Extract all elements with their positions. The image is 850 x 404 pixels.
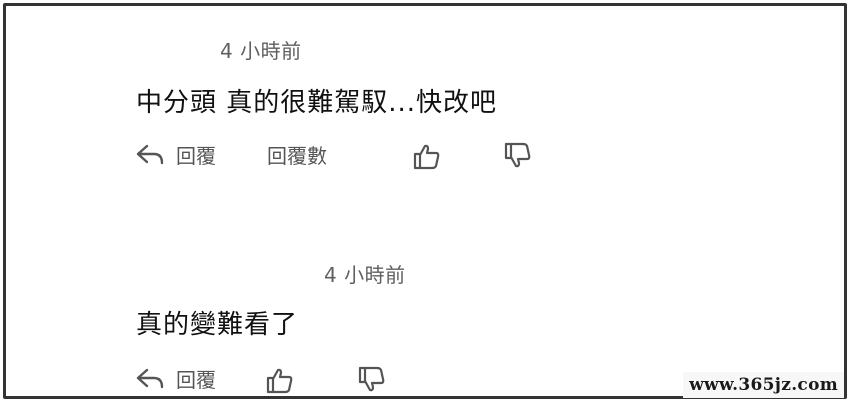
site-watermark: www.365jz.com	[683, 372, 844, 398]
comments-panel: 4 小時前 中分頭 真的很難駕馭...快改吧 回覆 回覆數 4 小時前 真的變難…	[3, 3, 847, 399]
comment-timestamp: 4 小時前	[220, 39, 302, 63]
thumbs-up-icon	[411, 142, 443, 170]
reply-label: 回覆	[176, 144, 216, 168]
thumbs-down-icon	[356, 366, 388, 394]
reply-arrow-icon	[134, 141, 166, 169]
dislike-button[interactable]	[356, 366, 388, 394]
reply-button[interactable]: 回覆	[134, 364, 216, 393]
comment-timestamp: 4 小時前	[324, 263, 406, 287]
view-replies-button[interactable]: 回覆數	[267, 140, 327, 169]
like-button[interactable]	[264, 366, 296, 394]
reply-button[interactable]: 回覆	[134, 140, 216, 169]
comment-text: 真的變難看了	[136, 310, 299, 340]
like-button[interactable]	[411, 142, 443, 170]
thumbs-up-icon	[264, 366, 296, 394]
thumbs-down-icon	[502, 142, 534, 170]
reply-label: 回覆	[176, 368, 216, 392]
comment-text: 中分頭 真的很難駕馭...快改吧	[136, 88, 498, 118]
replies-label: 回覆數	[267, 144, 327, 168]
reply-arrow-icon	[134, 365, 166, 393]
dislike-button[interactable]	[502, 142, 534, 170]
